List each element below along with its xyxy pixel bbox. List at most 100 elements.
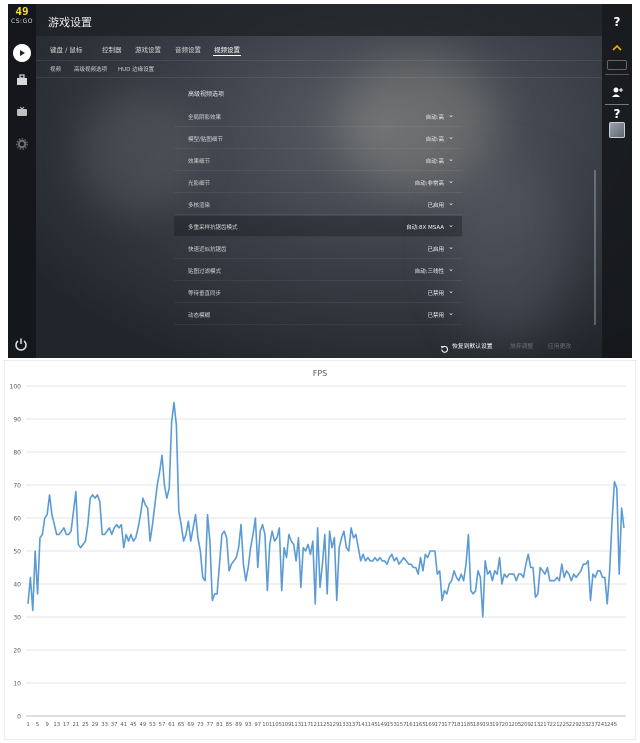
play-icon[interactable]	[13, 44, 31, 62]
setting-row-global-shadow[interactable]: 全局阴影效果 自动:高 ⌄	[174, 106, 462, 127]
help-button-2[interactable]: ?	[607, 104, 627, 124]
x-tick-label: 21	[72, 722, 79, 728]
x-tick-label: 85	[226, 722, 233, 728]
x-tick-label: 17	[63, 722, 70, 728]
inventory-icon[interactable]	[12, 70, 32, 90]
tab-controller[interactable]: 控制器	[102, 44, 122, 54]
y-tick-label: 70	[13, 483, 21, 490]
setting-value: 自动:高	[425, 115, 444, 121]
setting-row-vsync[interactable]: 等待垂直同步 已禁用 ⌄	[174, 282, 462, 303]
x-tick-label: 73	[197, 722, 204, 728]
setting-row-motion-blur[interactable]: 动态模糊 已禁用 ⌄	[174, 304, 462, 325]
reset-defaults-button[interactable]: 恢复到默认设置	[452, 341, 493, 350]
setting-row-shader-detail[interactable]: 光影细节 自动:非常高 ⌄	[174, 172, 462, 193]
x-tick-label: 81	[216, 722, 223, 728]
setting-label: 快速近似抗锯齿	[188, 247, 227, 253]
setting-row-effect-detail[interactable]: 效果细节 自动:高 ⌄	[174, 150, 462, 171]
x-tick-label: 61	[168, 722, 175, 728]
setting-value: 已启用	[427, 247, 444, 253]
chevron-down-icon[interactable]: ⌄	[448, 221, 454, 229]
tab-audio-settings[interactable]: 音频设置	[175, 44, 201, 54]
tab-game-settings[interactable]: 游戏设置	[135, 44, 161, 54]
divider	[605, 74, 629, 75]
fps-chart-svg: FPS 0 10 20 30 40 50 60 70 80 90 100 1 5 9 13 17 21 25 29…	[4, 360, 636, 740]
reset-icon	[440, 339, 449, 358]
page-title: 游戏设置	[48, 16, 92, 29]
background-blur	[448, 164, 568, 344]
chevron-down-icon[interactable]: ⌄	[448, 177, 454, 185]
power-icon[interactable]	[14, 336, 30, 352]
setting-value: 已禁用	[427, 313, 444, 319]
y-tick-label: 40	[13, 582, 21, 589]
csgo-logo: 49 CS:GO	[8, 6, 36, 26]
setting-label: 贴图过滤模式	[188, 269, 222, 275]
y-tick-label: 10	[13, 681, 21, 688]
setting-row-fxaa[interactable]: 快速近似抗锯齿 已启用 ⌄	[174, 238, 462, 259]
x-tick-label: 5	[36, 722, 39, 728]
chevron-down-icon[interactable]: ⌄	[448, 155, 454, 163]
tv-icon[interactable]	[12, 102, 32, 122]
chevron-up-icon[interactable]	[607, 38, 627, 58]
setting-label: 全局阴影效果	[188, 115, 222, 121]
setting-value: 自动:8X MSAA	[406, 225, 444, 231]
x-tick-label: 41	[120, 722, 127, 728]
setting-label: 等待垂直同步	[188, 291, 222, 297]
chevron-down-icon[interactable]: ⌄	[448, 199, 454, 207]
subtab-advanced-video[interactable]: 高级视频选项	[74, 65, 107, 73]
x-tick-label: 93	[245, 722, 252, 728]
x-tick-label: 9	[45, 722, 48, 728]
chevron-down-icon[interactable]: ⌄	[448, 287, 454, 295]
top-bar: 游戏设置	[36, 4, 602, 36]
setting-row-multicore[interactable]: 多核渲染 已启用 ⌄	[174, 194, 462, 215]
tab-keyboard-mouse[interactable]: 键盘 / 鼠标	[50, 44, 82, 54]
x-tick-label: 49	[140, 722, 147, 728]
x-tick-label: 37	[111, 722, 118, 728]
y-tick-label: 50	[13, 549, 21, 556]
subtab-bar: 视频 高级视频选项 HUD 边缘设置	[36, 62, 602, 78]
x-tick-label: 25	[82, 722, 89, 728]
logo-number: 49	[15, 5, 29, 18]
x-tick-label: 1	[26, 722, 29, 728]
x-tick-label: 89	[235, 722, 242, 728]
chart-title: FPS	[313, 369, 328, 378]
x-tick-label: 53	[149, 722, 156, 728]
right-sidebar: ? ?	[602, 4, 632, 358]
chevron-down-icon[interactable]: ⌄	[448, 265, 454, 273]
setting-value: 自动:高	[425, 159, 444, 165]
chevron-down-icon[interactable]: ⌄	[448, 111, 454, 119]
chevron-down-icon[interactable]: ⌄	[448, 309, 454, 317]
setting-value: 已禁用	[427, 291, 444, 297]
scrollbar[interactable]	[594, 170, 596, 325]
x-tick-label: 77	[207, 722, 214, 728]
level-badge	[607, 60, 627, 70]
chevron-down-icon[interactable]: ⌄	[448, 243, 454, 251]
advanced-video-panel: 高级视频选项 全局阴影效果 自动:高 ⌄ 模型/贴图细节 自动:高 ⌄ 效果细节…	[174, 78, 462, 328]
y-tick-label: 90	[13, 417, 21, 424]
setting-label: 多核渲染	[188, 203, 211, 209]
setting-value: 已启用	[427, 203, 444, 209]
divider	[36, 60, 602, 61]
setting-value: 自动:高	[425, 137, 444, 143]
y-tick-label: 20	[13, 648, 21, 655]
setting-row-msaa[interactable]: 多重采样抗锯齿模式 自动:8X MSAA ⌄	[174, 216, 462, 237]
x-tick-label: 13	[53, 722, 60, 728]
subtab-hud-edge[interactable]: HUD 边缘设置	[118, 65, 154, 73]
chevron-down-icon[interactable]: ⌄	[448, 133, 454, 141]
subtab-video[interactable]: 视频	[50, 65, 61, 73]
x-tick-label: 45	[130, 722, 137, 728]
gear-icon[interactable]	[12, 134, 32, 154]
x-tick-label: 97	[254, 722, 261, 728]
help-button[interactable]: ?	[607, 12, 627, 32]
bottom-bar: 恢复到默认设置 放弃调整 应用更改	[36, 334, 602, 358]
setting-row-model-texture[interactable]: 模型/贴图细节 自动:高 ⌄	[174, 128, 462, 149]
add-friend-icon[interactable]	[607, 82, 627, 102]
x-tick-label: 69	[187, 722, 194, 728]
setting-label: 效果细节	[188, 159, 211, 165]
avatar[interactable]	[609, 122, 625, 138]
tab-video-settings[interactable]: 视频设置	[213, 44, 241, 56]
x-tick-label: 57	[159, 722, 166, 728]
setting-row-texture-filter[interactable]: 贴图过滤模式 自动:三线性 ⌄	[174, 260, 462, 281]
game-settings-screenshot: 49 CS:GO 游戏设置 键盘 / 鼠标 控制器 游戏设置 音频设置 视频设置…	[8, 4, 632, 358]
apply-button[interactable]: 应用更改	[548, 341, 571, 350]
discard-button[interactable]: 放弃调整	[510, 341, 533, 350]
